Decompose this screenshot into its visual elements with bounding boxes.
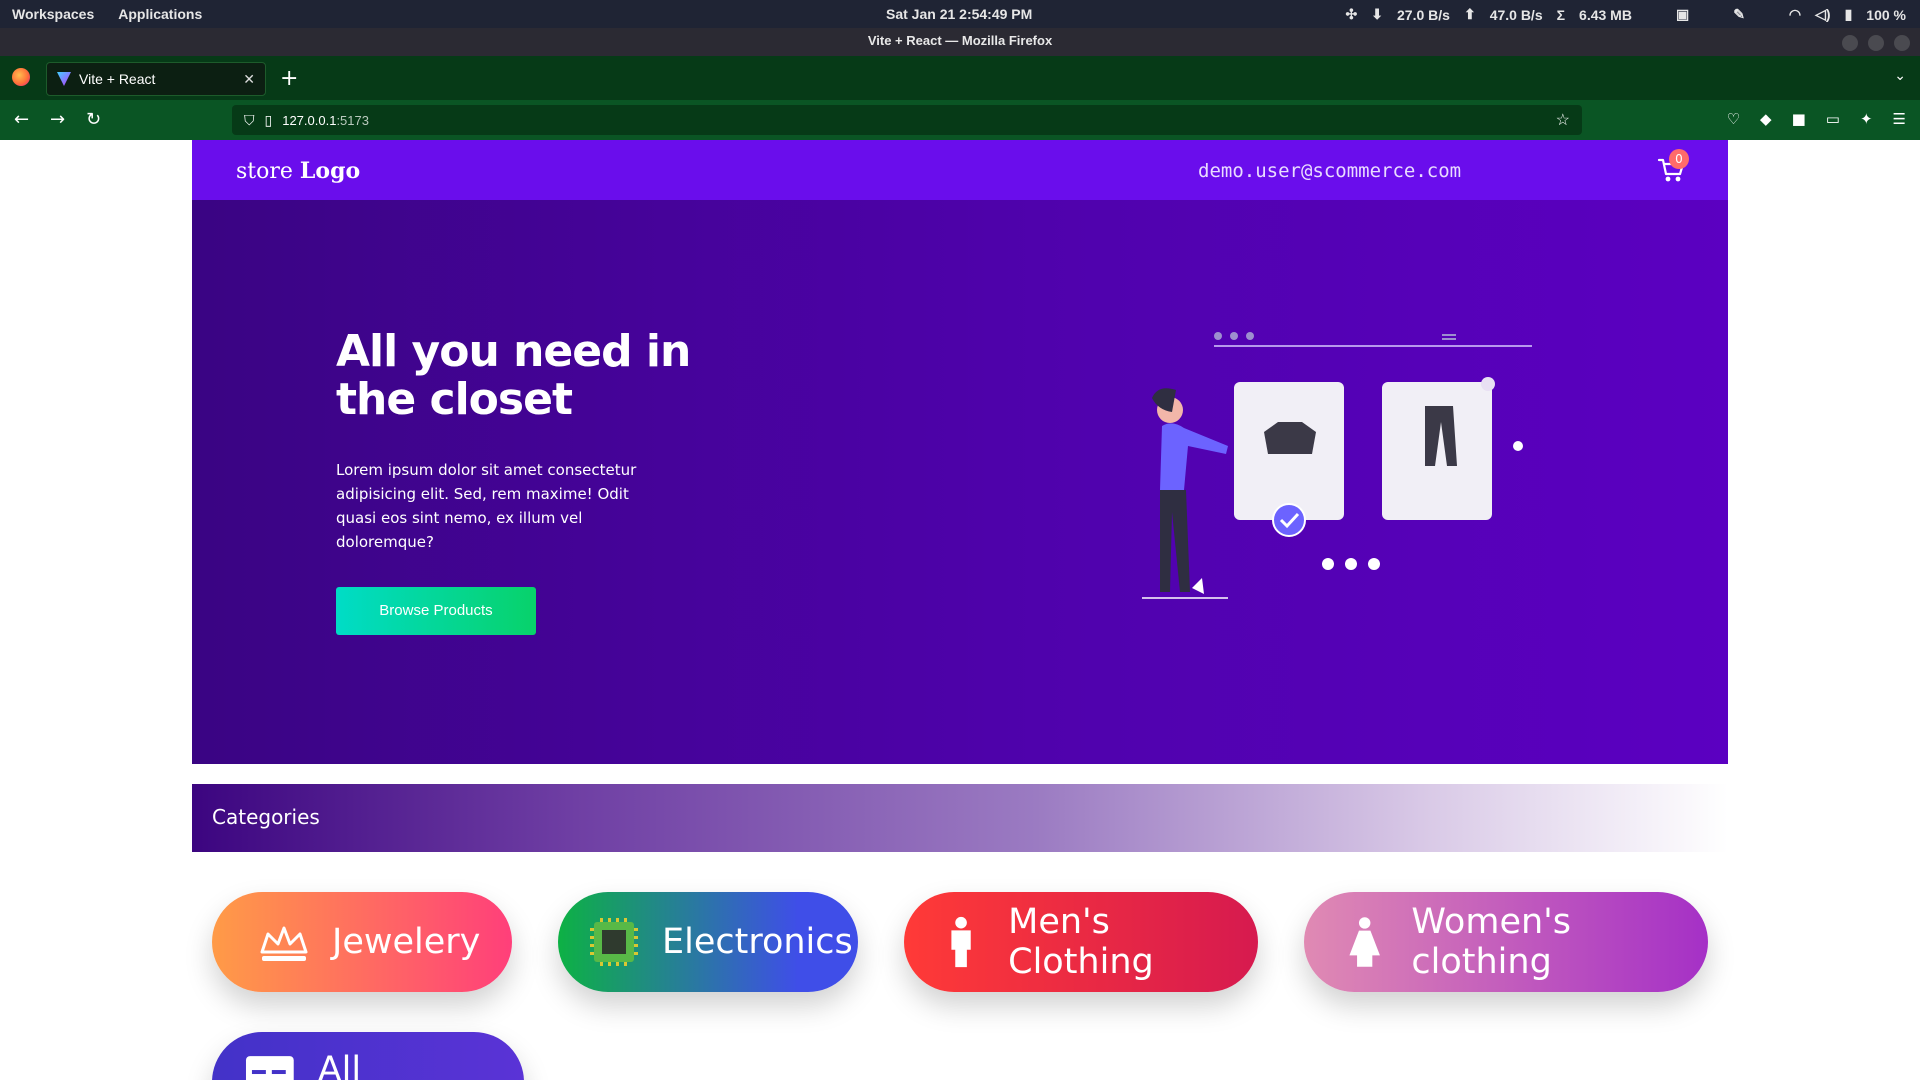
volume-icon[interactable]: ◁): [1815, 6, 1830, 23]
close-tab-icon[interactable]: ✕: [243, 71, 255, 88]
url-host: 127.0.0.1: [282, 112, 337, 128]
applications-menu[interactable]: Applications: [118, 6, 202, 22]
new-tab-button[interactable]: +: [280, 66, 298, 91]
window-titlebar: Vite + React — Mozilla Firefox: [0, 28, 1920, 56]
hero-description: Lorem ipsum dolor sit amet consectetur a…: [336, 461, 637, 551]
store-icon: [245, 1056, 294, 1080]
net-down-rate: 27.0 B/s: [1397, 6, 1450, 23]
firefox-icon[interactable]: [12, 68, 30, 86]
sigma-icon: Σ: [1556, 6, 1566, 23]
wifi-icon[interactable]: ◠: [1789, 6, 1801, 23]
tab-title: Vite + React: [79, 71, 156, 87]
man-icon: [951, 916, 971, 968]
category-mens-clothing[interactable]: Men's Clothing: [904, 892, 1258, 992]
logo-prefix: store: [236, 159, 293, 184]
site-header: store Logo demo.user@scommerce.com 0: [192, 140, 1728, 200]
tab-strip: Vite + React ✕ + ⌄: [0, 56, 1920, 100]
extension-2-icon[interactable]: ■: [1792, 110, 1806, 128]
system-clock[interactable]: Sat Jan 21 2:54:49 PM: [886, 6, 1032, 22]
category-label: Jewelery: [332, 922, 481, 962]
store-logo[interactable]: store Logo: [236, 158, 360, 184]
category-womens-clothing[interactable]: Women's clothing: [1304, 892, 1708, 992]
category-all-products[interactable]: All products: [212, 1032, 524, 1080]
extension-1-icon[interactable]: ◆: [1760, 110, 1772, 128]
tab-vite-react[interactable]: Vite + React ✕: [46, 62, 266, 96]
category-jewelery[interactable]: Jewelery: [212, 892, 512, 992]
pocket-icon[interactable]: ♡: [1727, 110, 1740, 128]
forward-button[interactable]: →: [50, 109, 65, 130]
web-page: store Logo demo.user@scommerce.com 0 All…: [0, 140, 1920, 1080]
download-icon: ⬇: [1371, 6, 1384, 22]
categories-heading-bar: Categories: [192, 784, 1728, 852]
close-window-button[interactable]: [1894, 35, 1910, 51]
category-electronics[interactable]: Electronics: [558, 892, 858, 992]
page-icon[interactable]: ▯: [265, 112, 273, 129]
url-port: :5173: [336, 112, 369, 128]
maximize-button[interactable]: [1868, 35, 1884, 51]
vite-icon: [57, 72, 71, 86]
screens-icon[interactable]: ▣: [1676, 6, 1689, 23]
extension-3-icon[interactable]: ▭: [1826, 110, 1840, 128]
logo-bold: Logo: [299, 158, 361, 184]
user-email: demo.user@scommerce.com: [1198, 160, 1462, 182]
minimize-button[interactable]: [1842, 35, 1858, 51]
chip-icon: [590, 918, 638, 966]
categories-heading: Categories: [212, 805, 320, 829]
bookmark-star-icon[interactable]: ☆: [1556, 110, 1570, 130]
upload-icon: ⬆: [1463, 6, 1476, 22]
color-picker-icon[interactable]: ✎: [1733, 6, 1745, 23]
category-label: Women's clothing: [1411, 902, 1572, 982]
woman-icon: [1349, 917, 1380, 967]
shopping-illustration: [1142, 332, 1532, 599]
browse-products-button[interactable]: Browse Products: [336, 587, 536, 635]
list-tabs-chevron-icon[interactable]: ⌄: [1894, 68, 1906, 84]
shield-icon[interactable]: ⛉: [244, 112, 255, 129]
net-total: 6.43 MB: [1579, 6, 1632, 23]
extension-4-icon[interactable]: ✦: [1860, 110, 1873, 128]
cart-count-badge: 0: [1669, 149, 1689, 169]
back-button[interactable]: ←: [14, 109, 29, 130]
battery-level: 100 %: [1866, 6, 1906, 23]
hero-banner: All you need in the closet Lorem ipsum d…: [192, 200, 1728, 764]
category-label: All products: [317, 1050, 362, 1080]
os-top-bar: Workspaces Applications Sat Jan 21 2:54:…: [0, 0, 1920, 28]
workspaces-menu[interactable]: Workspaces: [12, 6, 94, 22]
navigation-toolbar: ← → ↻ ⛉ ▯ 127.0.0.1 :5173 ☆ ♡ ◆ ■ ▭ ✦ ☰: [0, 100, 1920, 140]
net-up-rate: 47.0 B/s: [1489, 6, 1543, 23]
url-bar[interactable]: ⛉ ▯ 127.0.0.1 :5173 ☆: [232, 105, 1582, 135]
hero-title: All you need in the closet: [336, 326, 691, 425]
crown-icon: [260, 926, 308, 961]
category-label: Men's Clothing: [1008, 902, 1154, 982]
battery-icon[interactable]: ▮: [1845, 6, 1853, 23]
network-activity-icon: ✣: [1345, 6, 1358, 22]
window-title: Vite + React — Mozilla Firefox: [867, 33, 1053, 48]
menu-hamburger-icon[interactable]: ☰: [1893, 110, 1906, 128]
reload-button[interactable]: ↻: [86, 109, 101, 130]
category-label: Electronics: [662, 922, 853, 962]
